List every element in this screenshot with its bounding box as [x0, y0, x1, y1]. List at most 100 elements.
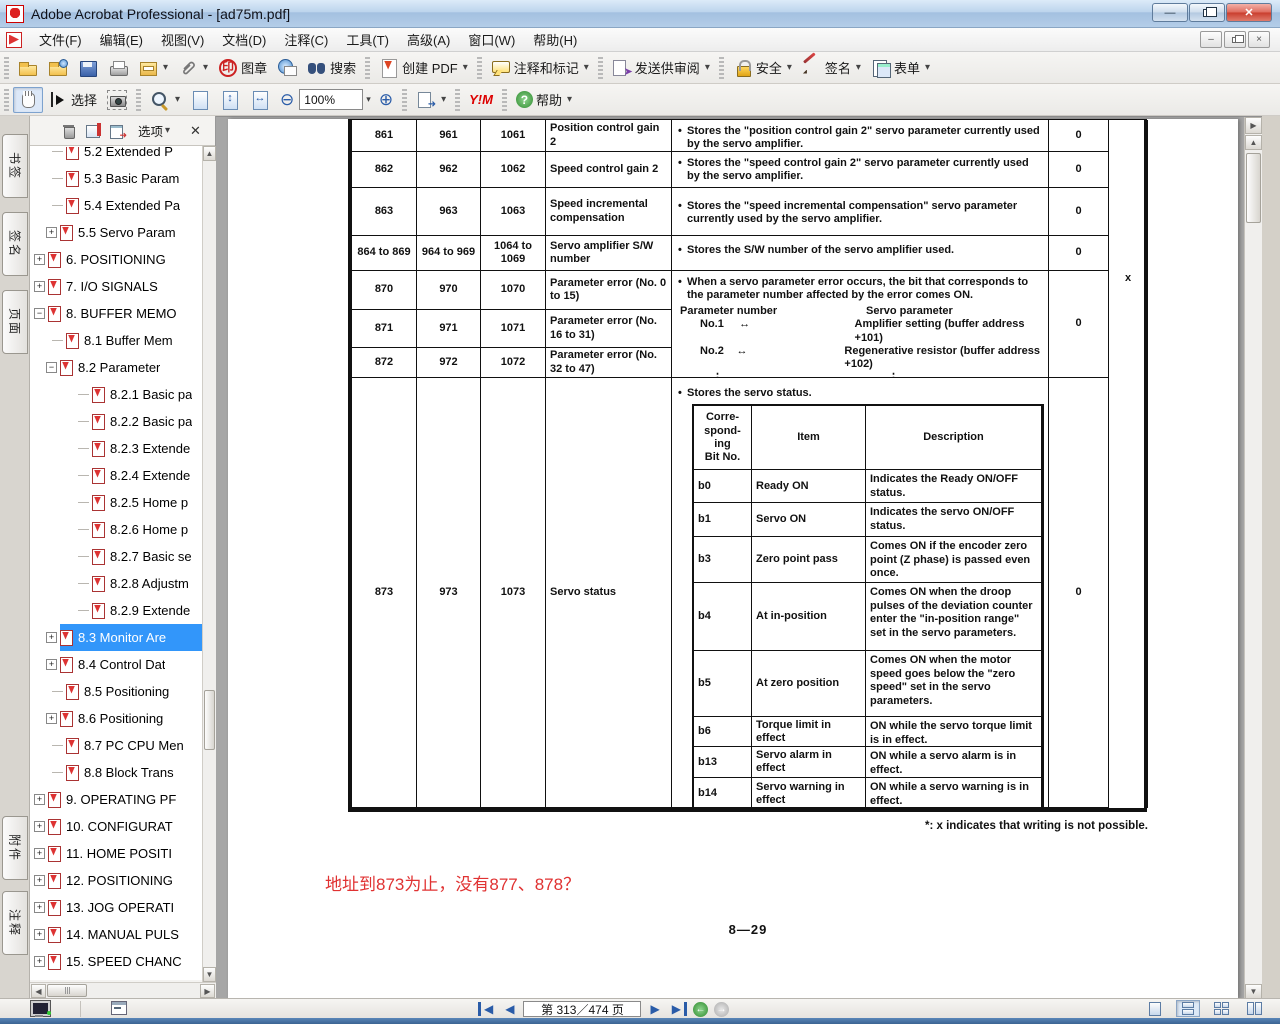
hand-tool-button[interactable]: [13, 87, 43, 113]
bookmark-8-2-8[interactable]: 8.2.8 Adjustm: [30, 570, 202, 597]
tab-comments[interactable]: 注释: [2, 891, 28, 955]
window-mode-icon[interactable]: [109, 1001, 129, 1016]
expand-icon[interactable]: +: [34, 254, 45, 265]
zoom-out-button[interactable]: ⊖: [275, 87, 299, 113]
first-page-icon[interactable]: ◀: [478, 1002, 496, 1016]
scroll-left-icon[interactable]: ◀: [31, 984, 46, 998]
create-pdf-button[interactable]: 创建 PDF: [374, 55, 473, 81]
snapshot-button[interactable]: [102, 87, 132, 113]
search-button[interactable]: 搜索: [302, 55, 361, 81]
scrollbar-thumb[interactable]: [1246, 153, 1261, 223]
open-button[interactable]: [13, 55, 43, 81]
bookmarks-options-button[interactable]: 选项: [138, 121, 170, 140]
page-display-button[interactable]: [411, 87, 451, 113]
bookmark-5-4[interactable]: 5.4 Extended Pa: [30, 192, 202, 219]
tab-signatures[interactable]: 签名: [2, 212, 28, 276]
expand-icon[interactable]: +: [34, 848, 45, 859]
page-number-field[interactable]: 第 313／474 页: [523, 1001, 641, 1017]
bookmark-8-2-5[interactable]: 8.2.5 Home p: [30, 489, 202, 516]
expand-current-bookmark-icon[interactable]: [84, 122, 102, 140]
bookmark-8-6[interactable]: +8.6 Positioning: [30, 705, 202, 732]
tab-pages[interactable]: 页面: [2, 290, 28, 354]
zoom-level-input[interactable]: [299, 89, 363, 110]
forms-button[interactable]: 表单: [866, 55, 935, 81]
expand-icon[interactable]: +: [46, 713, 57, 724]
bookmarks-scrollbar[interactable]: ▲ ▼: [202, 146, 216, 982]
expand-icon[interactable]: +: [34, 821, 45, 832]
restore-button[interactable]: [1189, 3, 1225, 22]
expand-icon[interactable]: +: [34, 281, 45, 292]
fit-page-button[interactable]: ↕: [215, 87, 245, 113]
doc-close-button[interactable]: ×: [1248, 31, 1270, 48]
fit-width-button[interactable]: ↔: [245, 87, 275, 113]
expand-icon[interactable]: +: [34, 875, 45, 886]
bookmark-8-5[interactable]: 8.5 Positioning: [30, 678, 202, 705]
menu-window[interactable]: 窗口(W): [459, 27, 524, 52]
bookmark-8-8[interactable]: 8.8 Block Trans: [30, 759, 202, 786]
bookmark-9[interactable]: +9. OPERATING PF: [30, 786, 202, 813]
print-button[interactable]: [103, 55, 133, 81]
bookmark-8-7[interactable]: 8.7 PC CPU Men: [30, 732, 202, 759]
open-web-button[interactable]: [43, 55, 73, 81]
collapse-icon[interactable]: −: [46, 362, 57, 373]
bookmark-8-2-9[interactable]: 8.2.9 Extende: [30, 597, 202, 624]
facing-layout-icon[interactable]: [1242, 1000, 1266, 1017]
continuous-facing-layout-icon[interactable]: [1209, 1000, 1233, 1017]
new-bookmark-icon[interactable]: [108, 122, 126, 140]
secure-button[interactable]: 安全: [728, 55, 797, 81]
expand-icon[interactable]: +: [34, 929, 45, 940]
bookmark-15[interactable]: +15. SPEED CHANC: [30, 948, 202, 975]
menu-tools[interactable]: 工具(T): [337, 27, 398, 52]
scroll-down-icon[interactable]: ▼: [1245, 984, 1262, 999]
email-button[interactable]: [272, 55, 302, 81]
tab-bookmarks[interactable]: 书签: [2, 134, 28, 198]
previous-view-icon[interactable]: ←: [693, 1002, 708, 1017]
expand-icon[interactable]: +: [34, 902, 45, 913]
screen-mode-icon[interactable]: [30, 1001, 50, 1016]
doc-minimize-button[interactable]: –: [1200, 31, 1222, 48]
bookmark-8-2-7[interactable]: 8.2.7 Basic se: [30, 543, 202, 570]
document-scrollbar[interactable]: ▶ ▲ ▼: [1244, 117, 1262, 999]
delete-bookmark-icon[interactable]: [60, 122, 78, 140]
bookmark-8-4[interactable]: +8.4 Control Dat: [30, 651, 202, 678]
hscrollbar-thumb[interactable]: [47, 984, 87, 997]
next-view-icon[interactable]: →: [714, 1002, 729, 1017]
bookmark-11[interactable]: +11. HOME POSITI: [30, 840, 202, 867]
expand-icon[interactable]: +: [46, 632, 57, 643]
bookmark-10[interactable]: +10. CONFIGURAT: [30, 813, 202, 840]
menu-help[interactable]: 帮助(H): [524, 27, 586, 52]
menu-comments[interactable]: 注释(C): [275, 27, 337, 52]
close-panel-icon[interactable]: ✕: [190, 123, 201, 139]
menu-advanced[interactable]: 高级(A): [398, 27, 459, 52]
bookmark-8-2-2[interactable]: 8.2.2 Basic pa: [30, 408, 202, 435]
help-button[interactable]: ? 帮助: [511, 87, 577, 113]
single-page-layout-icon[interactable]: [1143, 1000, 1167, 1017]
pane-splitter-icon[interactable]: ▶: [1245, 117, 1262, 134]
send-review-button[interactable]: 发送供审阅: [607, 55, 715, 81]
save-button[interactable]: [73, 55, 103, 81]
bookmark-6[interactable]: +6. POSITIONING: [30, 246, 202, 273]
bookmark-8[interactable]: −8. BUFFER MEMO: [30, 300, 202, 327]
expand-icon[interactable]: +: [34, 794, 45, 805]
doc-restore-button[interactable]: [1224, 31, 1246, 48]
yahoo-messenger-button[interactable]: Y!M: [464, 87, 498, 113]
expand-icon[interactable]: +: [46, 227, 57, 238]
next-page-icon[interactable]: ▶: [647, 1002, 662, 1016]
bookmark-8-2-3[interactable]: 8.2.3 Extende: [30, 435, 202, 462]
continuous-layout-icon[interactable]: [1176, 1000, 1200, 1017]
expand-icon[interactable]: +: [34, 956, 45, 967]
expand-icon[interactable]: +: [46, 659, 57, 670]
bookmark-7[interactable]: +7. I/O SIGNALS: [30, 273, 202, 300]
zoom-in-button[interactable]: ⊕: [374, 87, 398, 113]
menu-document[interactable]: 文档(D): [213, 27, 275, 52]
bookmark-8-2-1[interactable]: 8.2.1 Basic pa: [30, 381, 202, 408]
bookmark-5-3[interactable]: 5.3 Basic Param: [30, 165, 202, 192]
bookmark-12[interactable]: +12. POSITIONING: [30, 867, 202, 894]
tab-attachments[interactable]: 附件: [2, 816, 28, 880]
scroll-up-icon[interactable]: ▲: [203, 146, 216, 161]
last-page-icon[interactable]: ▶: [669, 1002, 687, 1016]
zoom-tool-button[interactable]: [145, 87, 185, 113]
scroll-right-icon[interactable]: ▶: [200, 984, 215, 998]
minimize-button[interactable]: —: [1152, 3, 1188, 22]
menu-file[interactable]: 文件(F): [30, 27, 91, 52]
